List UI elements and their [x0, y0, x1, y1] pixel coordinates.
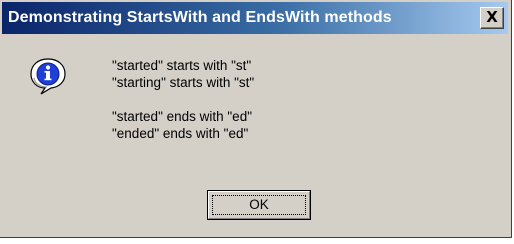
title-bar[interactable]: Demonstrating StartsWith and EndsWith me…	[2, 2, 508, 34]
message-line-3: "started" ends with "ed"	[112, 109, 252, 124]
message-line-4: "ended" ends with "ed"	[112, 126, 249, 141]
ok-button[interactable]: OK	[207, 190, 311, 220]
message-line-1: "started" starts with "st"	[112, 58, 252, 73]
message-line-2: "starting" starts with "st"	[112, 75, 255, 90]
information-icon	[30, 58, 66, 95]
ok-button-label: OK	[249, 197, 269, 212]
close-button[interactable]: X	[480, 7, 504, 29]
message-box-dialog: Demonstrating StartsWith and EndsWith me…	[0, 0, 512, 238]
window-title: Demonstrating StartsWith and EndsWith me…	[8, 9, 392, 26]
message-spacer	[112, 91, 254, 108]
message-text: "started" starts with "st" "starting" st…	[112, 57, 254, 142]
